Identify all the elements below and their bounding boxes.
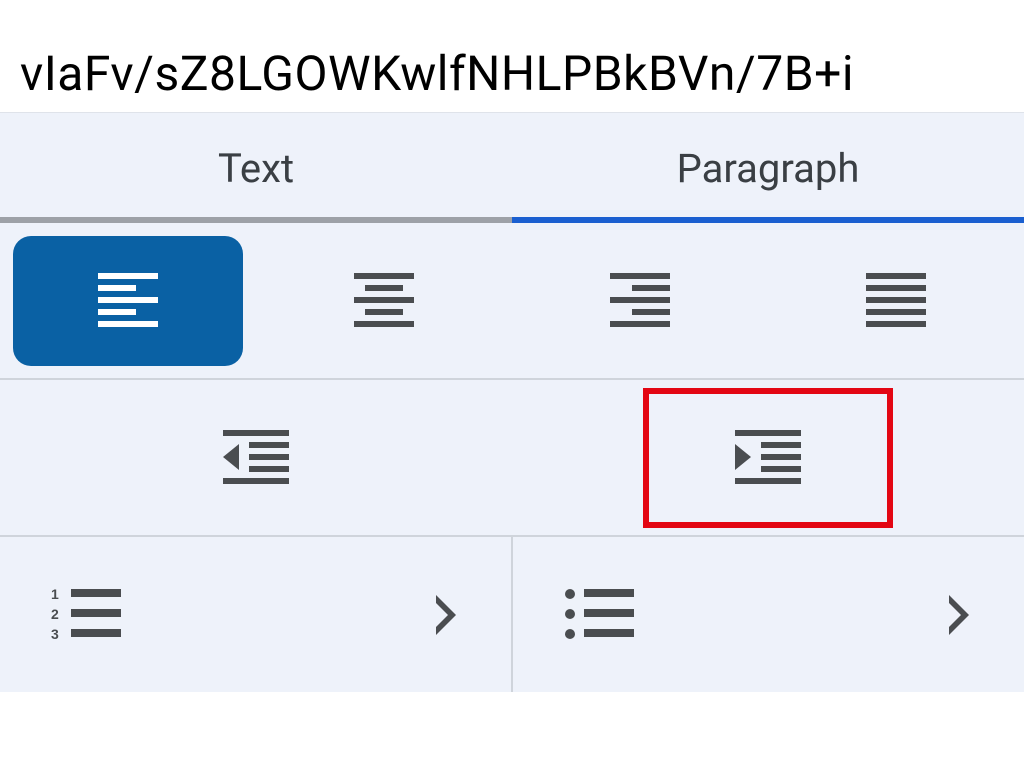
bulleted-list-expand-button[interactable]	[945, 591, 973, 639]
numbered-list-button[interactable]: 1 2 3	[51, 587, 121, 643]
align-justify-cell	[768, 223, 1024, 378]
indent-row	[0, 380, 1024, 537]
decrease-indent-button[interactable]	[0, 380, 512, 535]
tab-paragraph-label: Paragraph	[677, 145, 860, 192]
align-center-cell	[256, 223, 512, 378]
tab-paragraph[interactable]: Paragraph	[512, 113, 1024, 223]
align-right-icon	[610, 273, 670, 329]
tab-text-label: Text	[218, 145, 294, 192]
numbered-list-expand-button[interactable]	[432, 591, 460, 639]
svg-text:2: 2	[51, 606, 59, 622]
decrease-indent-cell	[0, 380, 512, 535]
numbered-list-icon: 1 2 3	[51, 587, 121, 643]
align-left-button[interactable]	[13, 236, 243, 366]
align-left-cell	[0, 223, 256, 378]
alignment-row	[0, 223, 1024, 380]
decrease-indent-icon	[223, 430, 289, 486]
svg-text:3: 3	[51, 626, 59, 642]
align-justify-icon	[866, 273, 926, 329]
header-text: vIaFv/sZ8LGOWKwlfNHLPBkBVn/7B+i	[0, 0, 1024, 112]
bulleted-list-button[interactable]	[564, 587, 634, 643]
tab-text[interactable]: Text	[0, 113, 512, 223]
align-right-button[interactable]	[512, 223, 768, 378]
chevron-right-icon	[432, 591, 460, 639]
increase-indent-button[interactable]	[512, 380, 1024, 535]
list-row: 1 2 3	[0, 537, 1024, 692]
align-center-icon	[354, 273, 414, 329]
align-right-cell	[512, 223, 768, 378]
tabs-row: Text Paragraph	[0, 113, 1024, 223]
align-justify-button[interactable]	[768, 223, 1024, 378]
svg-text:1: 1	[51, 587, 59, 602]
chevron-right-icon	[945, 591, 973, 639]
increase-indent-icon	[735, 430, 801, 486]
align-center-button[interactable]	[256, 223, 512, 378]
paragraph-formatting-panel: Text Paragraph	[0, 112, 1024, 692]
numbered-list-cell: 1 2 3	[0, 537, 513, 692]
bulleted-list-cell	[513, 537, 1024, 692]
bulleted-list-icon	[564, 587, 634, 643]
increase-indent-cell	[512, 380, 1024, 535]
align-left-icon	[98, 273, 158, 329]
